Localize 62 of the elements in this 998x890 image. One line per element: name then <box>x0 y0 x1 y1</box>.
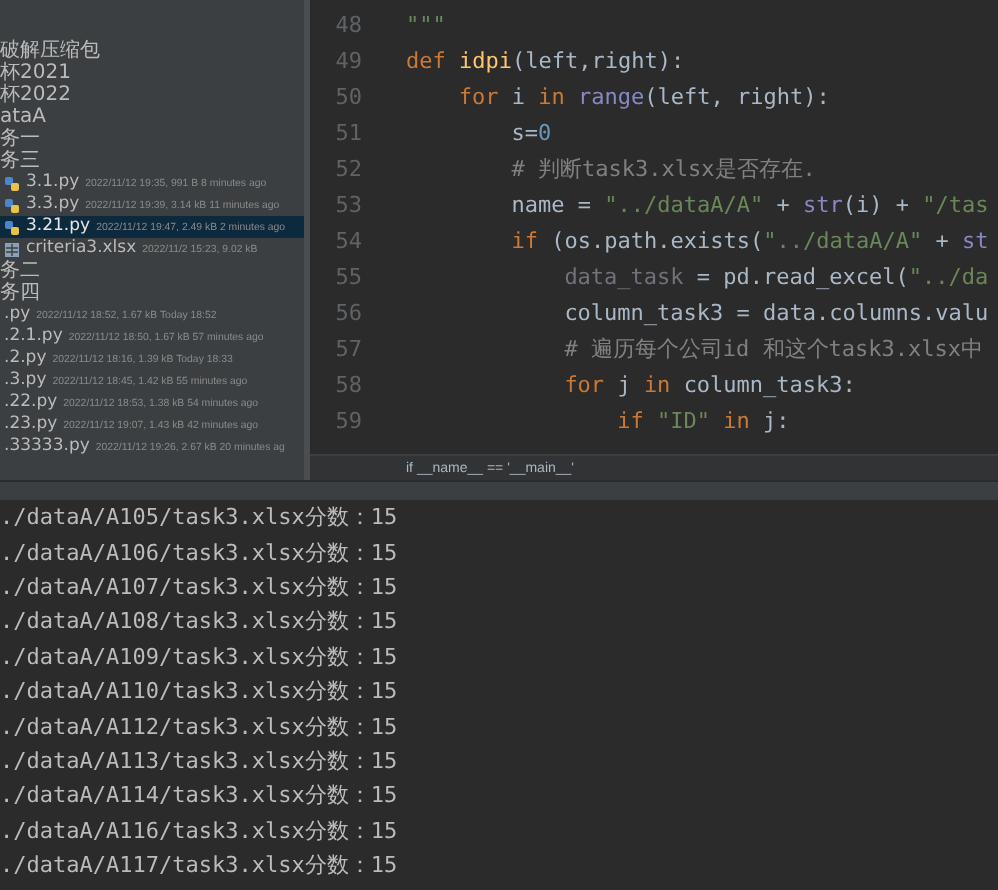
code-line: s=0 <box>509 119 552 145</box>
file-name: .23.py <box>4 414 58 436</box>
line-number: 48 <box>333 11 364 37</box>
file-name: 务二 <box>0 260 40 282</box>
code-line: def idpi(left,right): <box>406 47 685 73</box>
tree-row[interactable]: 务四 <box>0 282 304 304</box>
file-name: .3.py <box>4 370 47 392</box>
line-number: 54 <box>333 227 364 253</box>
line-number: 52 <box>333 155 364 181</box>
code-line: column_task3 = data.columns.valu <box>562 299 989 325</box>
code-line: if "ID" in j: <box>615 407 790 433</box>
code-line: data_task = pd.read_excel("../da <box>562 263 989 289</box>
file-name: .py <box>4 304 31 326</box>
code-line: for j in column_task3: <box>562 371 856 397</box>
code-line: """ <box>406 11 446 37</box>
line-number: 55 <box>333 263 364 289</box>
file-name: 破解压缩包 <box>0 40 100 62</box>
tree-row[interactable]: 务二 <box>0 260 304 282</box>
console-output-line: ./dataA/A107/task3.xlsx分数：15 <box>0 571 400 604</box>
file-name: .2.1.py <box>4 326 63 348</box>
tree-row[interactable]: 杯2021 <box>0 62 304 84</box>
file-name: .2.py <box>4 348 47 370</box>
console-output-line: ./dataA/A105/task3.xlsx分数：15 <box>0 502 400 535</box>
line-number: 49 <box>333 47 364 73</box>
file-name: .33333.py <box>4 436 90 458</box>
code-line: for i in range(left, right): <box>456 83 830 109</box>
tree-row[interactable]: 杯2022 <box>0 84 304 106</box>
file-name: 务三 <box>0 150 40 172</box>
code-line: if (os.path.exists("../dataA/A" + st <box>509 227 989 253</box>
console-output-line: ./dataA/A113/task3.xlsx分数：15 <box>0 745 400 778</box>
line-number: 57 <box>333 335 364 361</box>
file-name: criteria3.xlsx <box>26 238 137 260</box>
file-name: 3.1.py <box>26 172 80 194</box>
code-line: # 判断task3.xlsx是否存在. <box>509 153 816 183</box>
file-name: 务四 <box>0 282 40 304</box>
code-line: name = "../dataA/A" + str(i) + "/tas <box>509 191 989 217</box>
tree-row[interactable]: ataA <box>0 106 304 128</box>
console-output-line: ./dataA/A108/task3.xlsx分数：15 <box>0 606 400 639</box>
file-name: 3.3.py <box>26 194 80 216</box>
file-name: 务一 <box>0 128 40 150</box>
file-name: 杯2022 <box>0 84 71 106</box>
console-output-line: ./dataA/A117/task3.xlsx分数：15 <box>0 850 400 883</box>
file-name: 3.21.py <box>26 216 91 238</box>
line-number: 53 <box>333 191 364 217</box>
file-name: .22.py <box>4 392 58 414</box>
console-output-line: ./dataA/A106/task3.xlsx分数：15 <box>0 537 400 570</box>
tree-row[interactable]: 务三 <box>0 150 304 172</box>
console-output-line: ./dataA/A114/task3.xlsx分数：15 <box>0 780 400 813</box>
line-number: 56 <box>333 299 364 325</box>
tree-row[interactable]: 破解压缩包 <box>0 40 304 62</box>
line-number: 58 <box>333 371 364 397</box>
file-name: ataA <box>0 106 47 128</box>
file-name: 杯2021 <box>0 62 71 84</box>
line-number: 51 <box>333 119 364 145</box>
console-output-line: ./dataA/A109/task3.xlsx分数：15 <box>0 641 400 674</box>
tree-row[interactable]: 务一 <box>0 128 304 150</box>
line-number: 59 <box>333 407 364 433</box>
console-output-line: ./dataA/A112/task3.xlsx分数：15 <box>0 711 400 744</box>
console-output-line: ./dataA/A116/task3.xlsx分数：15 <box>0 815 400 848</box>
line-number: 50 <box>333 83 364 109</box>
code-line: # 遍历每个公司id 和这个task3.xlsx中 <box>562 333 984 363</box>
console-output-line: ./dataA/A110/task3.xlsx分数：15 <box>0 676 400 709</box>
